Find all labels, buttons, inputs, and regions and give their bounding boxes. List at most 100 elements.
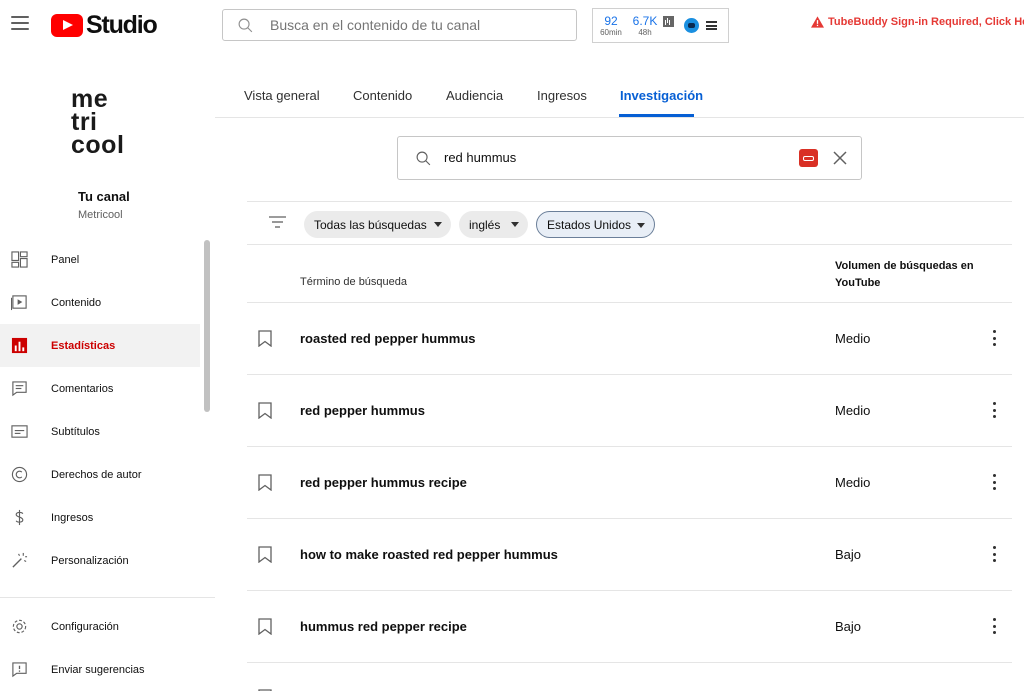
sidebar-item-settings[interactable]: Configuración <box>0 605 200 648</box>
sidebar-item-subtitles[interactable]: Subtítulos <box>0 410 200 453</box>
filter-icon[interactable] <box>269 216 286 228</box>
stat-60min-value: 92 <box>604 13 618 28</box>
stat-60min-label: 60min <box>600 27 622 37</box>
bookmark-icon[interactable] <box>258 618 272 635</box>
table-row[interactable]: red pepper hummus Medio <box>247 375 1012 447</box>
chevron-down-icon <box>434 222 442 227</box>
sidebar-item-analytics[interactable]: Estadísticas <box>0 324 200 367</box>
more-options-icon[interactable] <box>992 330 996 346</box>
tab-audience[interactable]: Audiencia <box>446 88 503 103</box>
comments-icon <box>12 381 27 397</box>
language-filter[interactable]: inglés <box>459 211 528 238</box>
bookmark-icon[interactable] <box>258 474 272 491</box>
table-row[interactable]: how to make roasted red pepper hummus Ba… <box>247 519 1012 591</box>
gear-icon <box>12 619 27 634</box>
search-icon <box>238 18 253 32</box>
results-table-header: Término de búsqueda Volumen de búsquedas… <box>247 245 1012 303</box>
sidebar-item-label: Contenido <box>51 296 102 309</box>
tubebuddy-warning-text: TubeBuddy Sign-in Required, Click Here <box>828 16 1024 28</box>
sidebar-item-content[interactable]: Contenido <box>0 281 200 324</box>
video-icon <box>11 295 27 311</box>
search-term: red pepper hummus <box>300 403 425 418</box>
tubebuddy-menu-icon[interactable] <box>706 21 717 30</box>
youtube-play-icon <box>51 14 83 37</box>
realtime-views-stat: 92 60min <box>598 15 624 37</box>
more-options-icon[interactable] <box>992 402 996 418</box>
analytics-tabs: Vista general Contenido Audiencia Ingres… <box>215 52 1024 118</box>
sidebar-item-panel[interactable]: Panel <box>0 238 200 281</box>
country-filter[interactable]: Estados Unidos <box>536 211 655 238</box>
sidebar-item-label: Panel <box>51 253 80 266</box>
research-search-input[interactable] <box>444 150 774 165</box>
bar-chart-icon[interactable] <box>663 16 674 27</box>
dollar-icon <box>15 509 24 526</box>
tab-earnings[interactable]: Ingresos <box>537 88 587 103</box>
table-row[interactable]: roasted red pepper hummus Medio <box>247 303 1012 375</box>
sidebar-item-earnings[interactable]: Ingresos <box>0 496 200 539</box>
search-volume: Bajo <box>835 547 862 562</box>
chevron-down-icon <box>637 223 645 228</box>
chip-label: inglés <box>469 217 501 232</box>
sidebar-scrollbar[interactable] <box>204 240 210 412</box>
logo-line: cool <box>71 131 125 159</box>
studio-logo-text: Studio <box>86 11 158 39</box>
results-table-body: roasted red pepper hummus Medio red pepp… <box>247 303 1012 691</box>
tab-research[interactable]: Investigación <box>620 88 703 103</box>
tubebuddy-stats-widget[interactable]: 92 60min 6.7K 48h <box>592 8 729 43</box>
bookmark-icon[interactable] <box>258 546 272 563</box>
sidebar-item-comments[interactable]: Comentarios <box>0 367 200 410</box>
more-options-icon[interactable] <box>992 474 996 490</box>
top-header: Studio 92 60min 6.7K 48h TubeBuddy Sign-… <box>0 0 1024 52</box>
dashboard-icon <box>11 251 28 268</box>
hamburger-menu-icon[interactable] <box>11 16 29 30</box>
research-search-box[interactable] <box>397 136 862 180</box>
column-header-volume[interactable]: Volumen de búsquedas en YouTube <box>835 258 985 292</box>
sidebar-item-label: Estadísticas <box>51 339 116 352</box>
sidebar-item-label: Enviar sugerencias <box>51 663 145 676</box>
sidebar-item-feedback[interactable]: Enviar sugerencias <box>0 648 200 691</box>
bookmark-icon[interactable] <box>258 330 272 347</box>
tubebuddy-avatar-icon[interactable] <box>684 18 699 33</box>
more-options-icon[interactable] <box>992 546 996 562</box>
bookmark-icon[interactable] <box>258 402 272 419</box>
sidebar-bottom-nav: Configuración Enviar sugerencias <box>0 605 200 691</box>
stat-48h-label: 48h <box>638 27 652 37</box>
sidebar-nav: Panel Contenido Estadísticas Comentarios… <box>0 238 200 582</box>
tubebuddy-keyword-icon[interactable] <box>799 149 818 167</box>
sidebar-item-copyright[interactable]: Derechos de autor <box>0 453 200 496</box>
search-term: roasted red pepper hummus <box>300 331 476 346</box>
youtube-studio-logo[interactable]: Studio <box>51 11 158 40</box>
channel-name: Metricool <box>78 209 123 221</box>
channel-avatar-logo[interactable]: me tri cool <box>71 87 125 159</box>
channel-label: Tu canal <box>78 189 130 204</box>
sidebar-item-customization[interactable]: Personalización <box>0 539 200 582</box>
sidebar-item-label: Ingresos <box>51 511 94 524</box>
table-row[interactable]: hummus red pepper recipe Bajo <box>247 591 1012 663</box>
tubebuddy-signin-warning[interactable]: TubeBuddy Sign-in Required, Click Here <box>811 16 1024 28</box>
stat-48h-value: 6.7K <box>632 13 658 28</box>
tab-overview[interactable]: Vista general <box>244 88 320 103</box>
table-row[interactable] <box>247 663 1012 691</box>
sidebar-item-label: Configuración <box>51 620 119 633</box>
search-volume: Bajo <box>835 619 862 634</box>
sidebar-item-label: Derechos de autor <box>51 468 142 481</box>
table-row[interactable]: red pepper hummus recipe Medio <box>247 447 1012 519</box>
close-icon[interactable] <box>832 150 848 166</box>
search-type-filter[interactable]: Todas las búsquedas <box>304 211 451 238</box>
tab-content[interactable]: Contenido <box>353 88 412 103</box>
search-term: hummus red pepper recipe <box>300 619 467 634</box>
sidebar-item-label: Personalización <box>51 554 129 567</box>
channel-search-box[interactable] <box>222 9 577 41</box>
search-volume: Medio <box>835 403 871 418</box>
column-header-term: Término de búsqueda <box>300 276 408 288</box>
search-term: how to make roasted red pepper hummus <box>300 547 558 562</box>
chip-label: Todas las búsquedas <box>314 217 427 232</box>
column-header-volume-line: Volumen de búsquedas en <box>835 260 974 272</box>
chevron-down-icon <box>511 222 519 227</box>
sidebar-item-label: Subtítulos <box>51 425 100 438</box>
channel-search-input[interactable] <box>270 17 550 33</box>
magic-wand-icon <box>12 552 28 568</box>
more-options-icon[interactable] <box>992 618 996 634</box>
column-header-volume-line: YouTube <box>835 277 881 289</box>
sidebar-divider <box>0 597 215 598</box>
